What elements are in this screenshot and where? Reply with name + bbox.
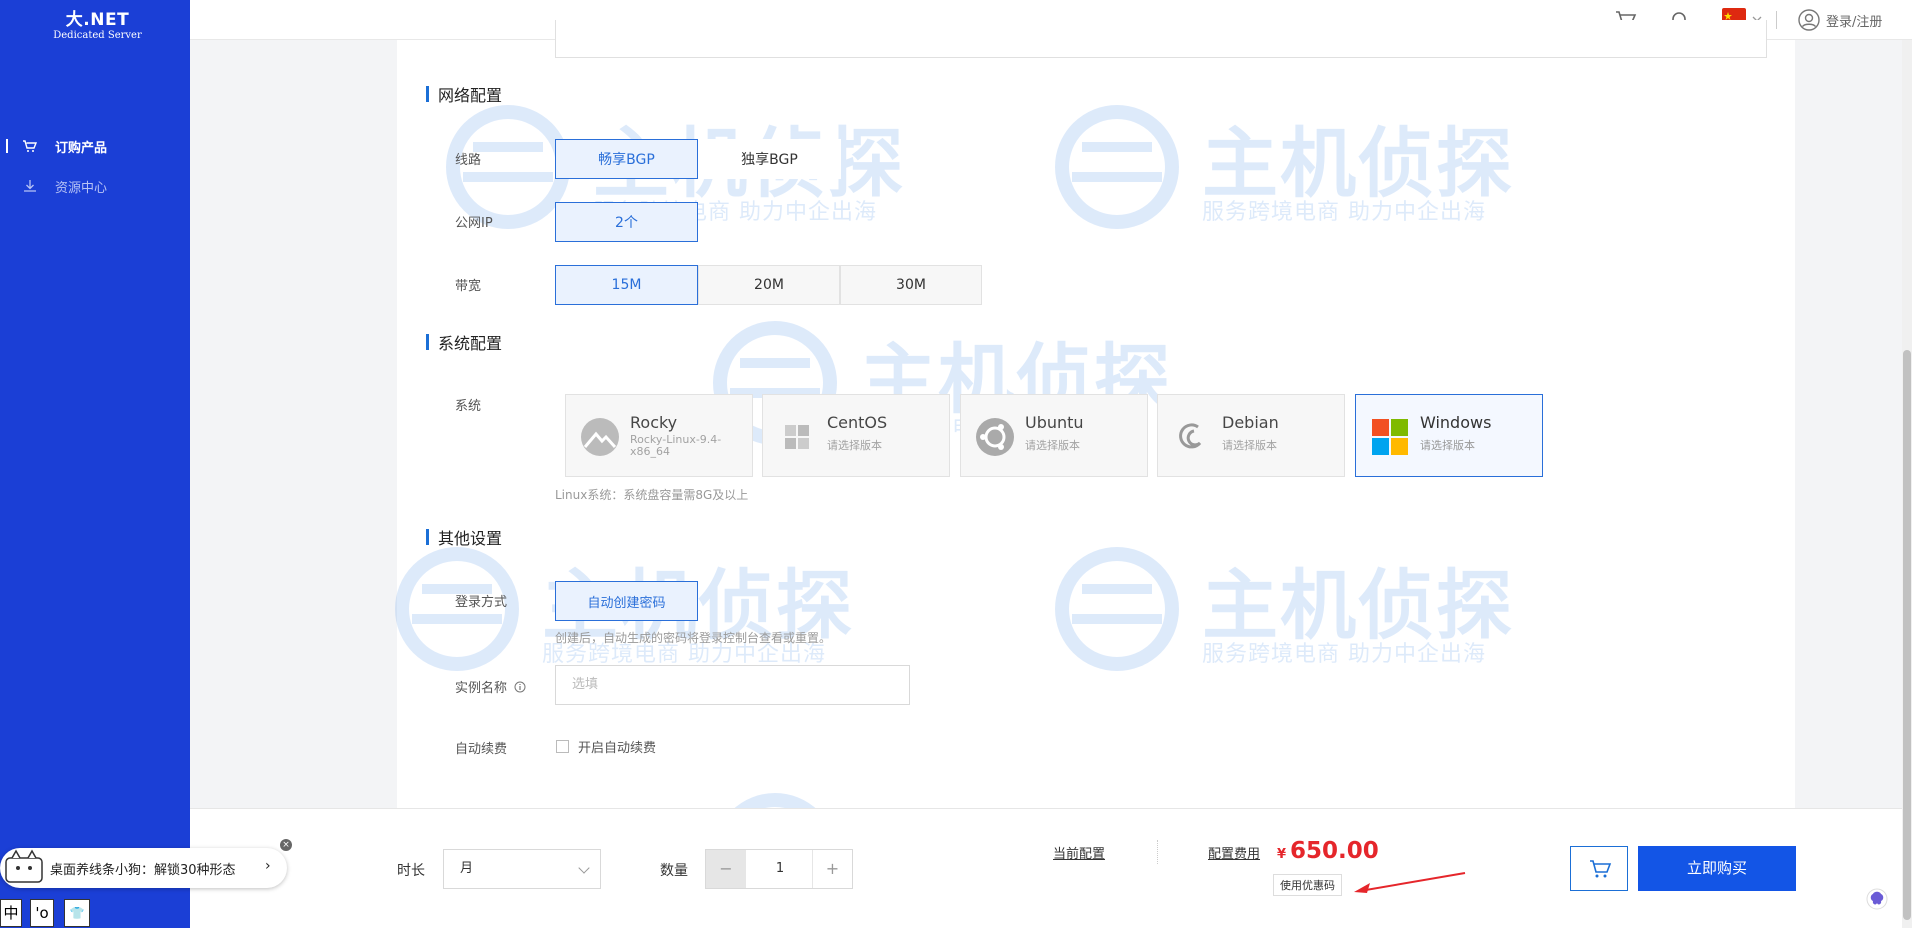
os-name: Rocky <box>630 413 678 432</box>
chevron-down-icon <box>578 862 590 874</box>
current-config-link[interactable]: 当前配置 <box>1053 843 1105 862</box>
sidebar-item-resources[interactable]: 资源中心 <box>0 171 190 201</box>
info-icon[interactable] <box>514 681 526 693</box>
scrollbar-thumb[interactable] <box>1903 350 1911 920</box>
instance-name-label-text: 实例名称 <box>455 681 508 696</box>
bandwidth-label: 带宽 <box>455 279 482 294</box>
os-name: Ubuntu <box>1025 413 1084 432</box>
os-version: 请选择版本 <box>1420 439 1475 452</box>
line-label: 线路 <box>455 153 482 168</box>
auto-renew-label: 自动续费 <box>455 742 508 757</box>
config-fee-link[interactable]: 配置费用 <box>1208 843 1260 862</box>
ime-chinese-toggle[interactable]: 中 <box>0 899 22 927</box>
sidebar-item-order[interactable]: 订购产品 <box>0 131 190 161</box>
line-option-dedicated-bgp[interactable]: 独享BGP <box>698 139 841 179</box>
buy-now-button[interactable]: 立即购买 <box>1638 846 1796 891</box>
login-method-label: 登录方式 <box>455 595 508 610</box>
duration-label: 时长 <box>397 863 425 879</box>
logo[interactable]: 大.NET Dedicated Server <box>50 12 145 41</box>
coupon-link[interactable]: 使用优惠码 <box>1273 874 1342 896</box>
sidebar: 大.NET Dedicated Server 订购产品 资源中心 <box>0 0 190 928</box>
instance-name-label: 实例名称 <box>455 677 526 696</box>
sidebar-item-label: 订购产品 <box>55 141 108 156</box>
public-ip-option[interactable]: 2个 <box>555 202 698 242</box>
quantity-input[interactable]: 1 <box>746 850 814 888</box>
annotation-arrow-icon <box>1354 872 1466 893</box>
os-label: 系统 <box>455 399 482 414</box>
os-name: CentOS <box>827 413 888 432</box>
auto-renew-checkbox[interactable] <box>556 740 569 753</box>
os-card-centos[interactable]: CentOS 请选择版本 <box>762 394 950 477</box>
active-indicator <box>6 139 8 153</box>
os-card-debian[interactable]: Debian 请选择版本 <box>1157 394 1345 477</box>
previous-section-strip <box>555 20 1767 58</box>
bandwidth-option-20m[interactable]: 20M <box>698 265 840 305</box>
assistant-brain-icon[interactable] <box>1866 888 1888 910</box>
bandwidth-option-15m[interactable]: 15M <box>555 265 698 305</box>
instance-name-input[interactable]: 选填 <box>555 665 910 705</box>
windows-logo-icon <box>1372 419 1408 455</box>
os-card-rocky[interactable]: Rocky Rocky-Linux-9.4-x86_64 <box>565 394 753 477</box>
widget-close-button[interactable]: × <box>280 839 292 851</box>
currency-symbol: ¥ <box>1277 847 1287 862</box>
download-icon <box>24 180 36 192</box>
line-option-shared-bgp[interactable]: 畅享BGP <box>555 139 698 179</box>
ime-punctuation-toggle[interactable]: 'o <box>30 899 54 927</box>
quantity-minus-button[interactable]: − <box>706 850 746 888</box>
os-card-windows[interactable]: Windows 请选择版本 <box>1355 394 1543 477</box>
section-title-network: 网络配置 <box>426 82 502 106</box>
rocky-logo-icon <box>581 418 619 456</box>
section-title-other: 其他设置 <box>426 525 502 549</box>
quantity-plus-button[interactable]: + <box>812 850 852 888</box>
price: ¥650.00 <box>1277 838 1379 864</box>
quantity-label: 数量 <box>660 863 688 879</box>
os-version: 请选择版本 <box>1025 439 1080 452</box>
desktop-widget[interactable]: 桌面养线条小狗：解锁30种形态 › <box>0 848 287 888</box>
sidebar-item-label: 资源中心 <box>55 181 108 196</box>
duration-value: 月 <box>460 861 474 876</box>
topbar-divider <box>1776 11 1777 29</box>
public-ip-label: 公网IP <box>455 216 493 231</box>
user-icon[interactable] <box>1797 8 1821 32</box>
cart-icon <box>1590 860 1612 878</box>
os-version: 请选择版本 <box>827 439 882 452</box>
bottom-divider <box>1157 840 1158 864</box>
price-amount: 650.00 <box>1290 838 1379 864</box>
duration-select[interactable]: 月 <box>443 849 601 889</box>
os-name: Debian <box>1222 413 1279 432</box>
logo-sub-text: Dedicated Server <box>53 30 142 41</box>
cart-icon <box>23 140 38 152</box>
os-hint: Linux系统：系统盘容量需8G及以上 <box>555 488 749 502</box>
auto-renew-checkbox-label[interactable]: 开启自动续费 <box>578 737 656 756</box>
quantity-stepper: − 1 + <box>705 849 853 889</box>
ubuntu-logo-icon <box>976 418 1014 456</box>
os-name: Windows <box>1420 413 1492 432</box>
os-version: Rocky-Linux-9.4-x86_64 <box>630 433 722 459</box>
logo-main-text: 大.NET <box>65 10 130 30</box>
login-method-hint: 创建后，自动生成的密码将登录控制台查看或重置。 <box>555 631 832 645</box>
centos-logo-icon <box>785 425 809 449</box>
section-title-system: 系统配置 <box>426 330 502 354</box>
login-register-link[interactable]: 登录/注册 <box>1826 11 1882 30</box>
debian-logo-icon <box>1179 423 1202 449</box>
add-to-cart-button[interactable] <box>1570 846 1628 891</box>
login-method-auto-password[interactable]: 自动创建密码 <box>555 581 698 621</box>
ime-skin-toggle[interactable]: 👕 <box>64 899 90 927</box>
dog-mascot-icon <box>5 849 43 883</box>
os-card-ubuntu[interactable]: Ubuntu 请选择版本 <box>960 394 1148 477</box>
bandwidth-option-30m[interactable]: 30M <box>840 265 982 305</box>
os-version: 请选择版本 <box>1222 439 1277 452</box>
widget-text: 桌面养线条小狗：解锁30种形态 <box>50 863 236 878</box>
widget-arrow-icon[interactable]: › <box>265 858 271 874</box>
